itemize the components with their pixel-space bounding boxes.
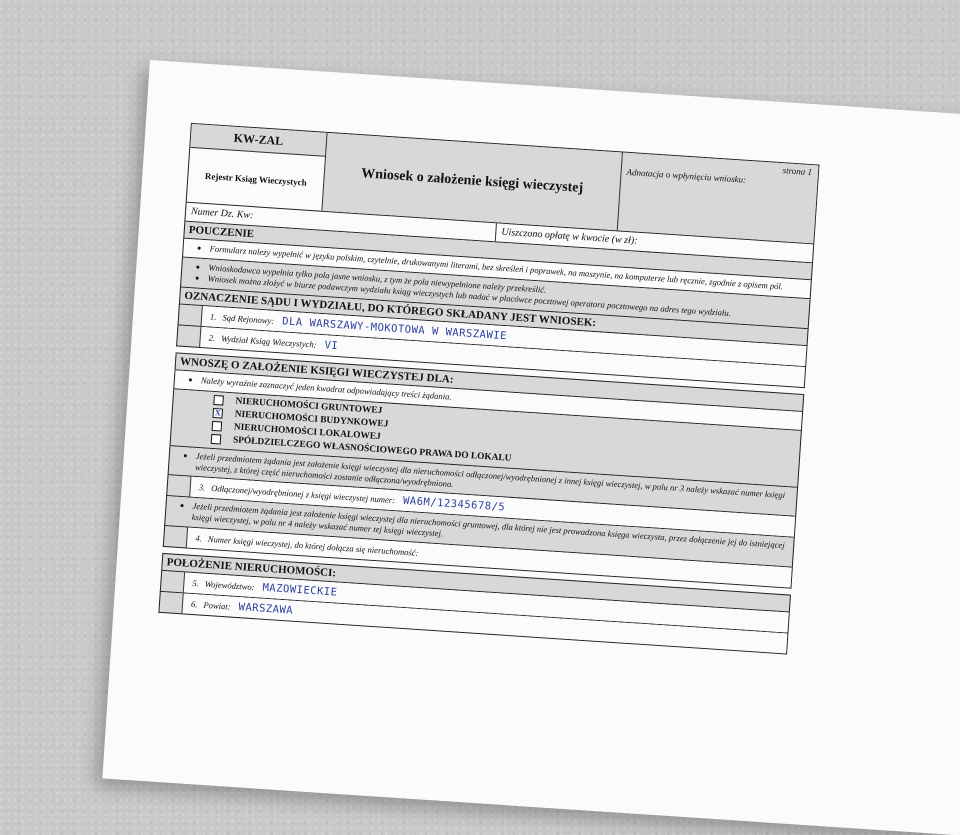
form-sheet: KW-ZAL Rejestr Ksiąg Wieczystych Wniosek…	[158, 122, 820, 655]
voivodeship-label: Województwo:	[204, 578, 255, 592]
county-label: Powiat:	[203, 599, 231, 612]
department-value[interactable]: VI	[324, 339, 338, 352]
checkbox-spoldzielcze[interactable]	[210, 434, 222, 445]
annotation-label: Adnotacja o wpłynięciu wniosku:	[626, 166, 747, 185]
voivodeship-value[interactable]: MAZOWIECKIE	[262, 582, 338, 599]
registry-label: Rejestr Ksiąg Wieczystych	[204, 170, 308, 188]
county-value[interactable]: WARSZAWA	[238, 601, 293, 617]
page-number: strona 1	[782, 165, 813, 178]
annotation-box: strona 1 Adnotacja o wpłynięciu wniosku:	[616, 152, 819, 244]
department-label: Wydział Ksiąg Wieczystych:	[220, 333, 317, 350]
checkbox-lokalowa[interactable]	[211, 421, 223, 432]
paper-sheet: KW-ZAL Rejestr Ksiąg Wieczystych Wniosek…	[102, 60, 960, 835]
separated-kw-value[interactable]: WA6M/12345678/5	[403, 495, 506, 514]
checkbox-gruntowa[interactable]	[213, 395, 224, 407]
court-name-label: Sąd Rejonowy:	[222, 312, 275, 326]
checkbox-budynkowa[interactable]: X	[212, 408, 224, 420]
